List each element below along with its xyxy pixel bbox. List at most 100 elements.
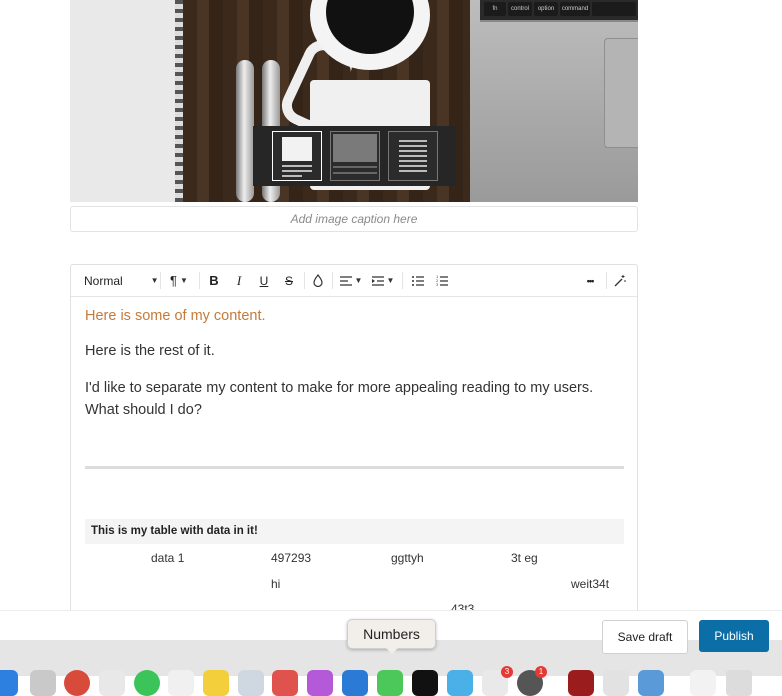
chevron-down-icon: ▼	[386, 276, 395, 285]
trash-icon[interactable]	[726, 670, 752, 696]
layout-option-wide[interactable]	[329, 131, 380, 181]
layout-preview-line	[398, 140, 427, 142]
app-store-icon[interactable]	[342, 670, 368, 696]
chevron-down-icon: ▼	[150, 276, 159, 285]
layout-preview-line	[332, 166, 377, 168]
photos-icon[interactable]	[99, 670, 125, 696]
podcasts-icon[interactable]	[307, 670, 333, 696]
layout-preview-line	[398, 165, 427, 167]
indent-icon	[371, 275, 384, 286]
layout-preview-image	[332, 134, 377, 162]
table-cell[interactable]: weit34t	[571, 577, 609, 591]
more-icon: •••	[586, 275, 595, 286]
paragraph-icon: ¶	[170, 273, 178, 288]
finder-icon[interactable]	[0, 670, 18, 696]
layout-preview-line	[398, 145, 427, 147]
align-icon	[339, 275, 352, 286]
music-icon[interactable]	[272, 670, 298, 696]
table-cell[interactable]: 3t eg	[511, 551, 538, 565]
strikethrough-icon: S	[284, 273, 293, 288]
layout-preview-line	[398, 160, 427, 162]
rich-text-editor[interactable]: Normal ▼ ¶ ▼ B I U S ▼ ▼ 1 2 3 ••• Here …	[70, 264, 638, 626]
preview-icon[interactable]	[238, 670, 264, 696]
key-label: control	[508, 2, 532, 16]
indent-button[interactable]: ▼	[369, 265, 397, 296]
magic-wand-button[interactable]	[609, 265, 631, 296]
layout-preview-image	[281, 137, 312, 161]
block-style-label: Normal	[84, 273, 123, 288]
spacebar-graphic	[592, 2, 636, 16]
block-style-dropdown[interactable]: Normal ▼	[77, 265, 159, 296]
layout-preview-line	[281, 175, 302, 177]
layout-preview-line	[281, 170, 312, 172]
bold-icon: B	[209, 273, 219, 288]
color-icon	[313, 274, 323, 287]
image-layout-picker	[253, 126, 456, 186]
editor-toolbar: Normal ▼ ¶ ▼ B I U S ▼ ▼ 1 2 3 •••	[71, 265, 637, 297]
key-label: fn	[484, 2, 506, 16]
numbered-list-button[interactable]: 1 2 3	[431, 265, 453, 296]
chevron-down-icon: ▼	[180, 276, 188, 285]
system-preferences-icon[interactable]	[603, 670, 629, 696]
table-caption[interactable]: This is my table with data in it!	[85, 519, 624, 544]
layout-preview-line	[398, 155, 427, 157]
notification-badge: 1	[535, 666, 547, 678]
calendar-icon[interactable]	[168, 670, 194, 696]
notes-icon[interactable]	[203, 670, 229, 696]
numbers-icon[interactable]	[377, 670, 403, 696]
vscode-icon[interactable]	[447, 670, 473, 696]
underline-button[interactable]: U	[253, 265, 275, 296]
layout-option-centered[interactable]	[271, 131, 322, 181]
horizontal-divider[interactable]	[85, 466, 624, 469]
launchpad-icon[interactable]	[30, 670, 56, 696]
notification-badge: 3	[501, 666, 513, 678]
pen-graphic	[236, 60, 254, 202]
table-cell[interactable]: ggttyh	[391, 551, 424, 565]
paragraph[interactable]: Here is the rest of it.	[85, 343, 215, 359]
key-label: option	[534, 2, 558, 16]
folder-icon[interactable]	[638, 670, 664, 696]
layout-preview-line	[398, 170, 427, 172]
table-cell[interactable]: hi	[271, 577, 280, 591]
toolbar-divider	[606, 272, 607, 289]
dock-tooltip: Numbers	[347, 619, 436, 654]
toolbar-divider	[160, 272, 161, 289]
messages-icon[interactable]	[134, 670, 160, 696]
downloads-icon[interactable]	[690, 670, 716, 696]
bold-button[interactable]: B	[203, 265, 225, 296]
align-button[interactable]: ▼	[337, 265, 365, 296]
table-cell[interactable]: 497293	[271, 551, 311, 565]
layout-preview-line	[281, 165, 312, 167]
keyboard-graphic: fn control option command	[480, 0, 638, 22]
layout-preview-line	[332, 172, 377, 174]
trackpad-graphic	[604, 38, 638, 148]
layout-option-text[interactable]	[387, 131, 438, 181]
paragraph-format-button[interactable]: ¶ ▼	[164, 265, 194, 296]
toolbar-divider	[402, 272, 403, 289]
key-label: command	[560, 2, 590, 16]
numbered-list-icon: 1 2 3	[436, 275, 448, 286]
highlighted-paragraph[interactable]: Here is some of my content.	[85, 308, 266, 324]
magic-wand-icon	[614, 274, 626, 286]
bullet-list-button[interactable]	[407, 265, 429, 296]
toolbar-divider	[332, 272, 333, 289]
image-caption-input[interactable]: Add image caption here	[70, 206, 638, 232]
spiral-graphic	[175, 0, 183, 202]
italic-button[interactable]: I	[228, 265, 250, 296]
chevron-down-icon: ▼	[354, 276, 363, 285]
strikethrough-button[interactable]: S	[278, 265, 300, 296]
table-cell[interactable]: data 1	[151, 551, 184, 565]
more-options-button[interactable]: •••	[579, 265, 601, 296]
toolbar-divider	[304, 272, 305, 289]
save-draft-button[interactable]: Save draft	[602, 620, 688, 654]
text-color-button[interactable]	[307, 265, 329, 296]
paragraph[interactable]: I'd like to separate my content to make …	[85, 377, 605, 421]
publish-button[interactable]: Publish	[699, 620, 769, 652]
toolbar-divider	[199, 272, 200, 289]
layout-preview-line	[398, 150, 427, 152]
terminal-icon[interactable]	[412, 670, 438, 696]
acrobat-icon[interactable]	[568, 670, 594, 696]
underline-icon: U	[259, 273, 269, 288]
chrome-icon[interactable]	[64, 670, 90, 696]
notebook-graphic	[70, 0, 180, 202]
